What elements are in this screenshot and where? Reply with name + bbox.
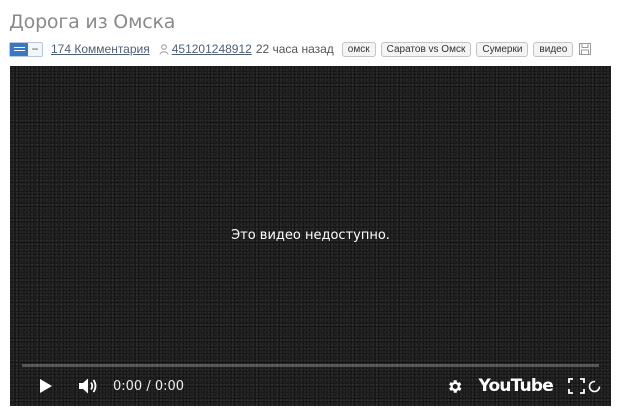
tag-saratov-vs-omsk[interactable]: Саратов vs Омск — [380, 41, 472, 57]
list-icon[interactable] — [10, 42, 28, 56]
save-icon[interactable] — [579, 43, 592, 55]
time-display: 0:00 / 0:00 — [113, 378, 185, 394]
collapse-toggle[interactable]: − — [28, 42, 42, 56]
post-meta-bar: − 174 Комментария 451201248912 22 часа н… — [9, 40, 592, 58]
tag-omsk[interactable]: омск — [341, 41, 376, 57]
author-link[interactable]: 451201248912 — [172, 42, 252, 56]
play-icon[interactable] — [36, 376, 56, 396]
gear-icon[interactable] — [446, 377, 464, 395]
comments-link[interactable]: 174 Комментария — [51, 42, 150, 56]
player-controls: 0:00 / 0:00 YouTube — [10, 371, 611, 401]
tag-video[interactable]: видео — [533, 41, 574, 57]
progress-bar[interactable] — [22, 364, 599, 367]
fullscreen-icon[interactable] — [567, 377, 585, 395]
loading-spinner-icon — [587, 379, 601, 393]
video-player[interactable]: Это видео недоступно. 0:00 / 0:00 YouTub… — [10, 66, 611, 406]
tag-twilight[interactable]: Сумерки — [476, 41, 529, 57]
post-time: 22 часа назад — [255, 42, 334, 56]
post-title: Дорога из Омска — [9, 11, 176, 33]
view-toggle[interactable]: − — [9, 41, 43, 57]
volume-icon[interactable] — [77, 376, 99, 396]
video-unavailable-message: Это видео недоступно. — [231, 228, 390, 243]
youtube-logo[interactable]: YouTube — [479, 376, 554, 396]
user-icon — [158, 43, 170, 55]
